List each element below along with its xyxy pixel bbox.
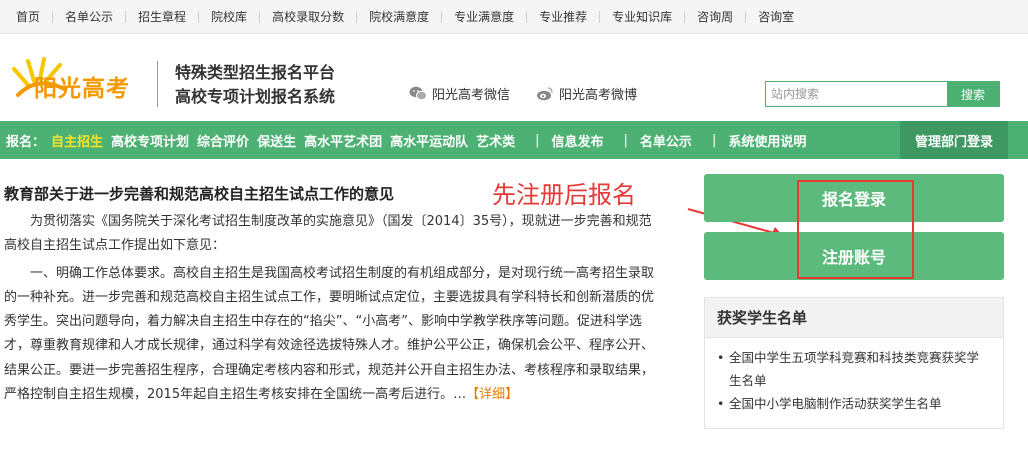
article-paragraph-2: 一、明确工作总体要求。高校自主招生是我国高校考试招生制度的有机组成部分，是对现行…: [4, 262, 664, 408]
weibo-link[interactable]: 阳光高考微博: [536, 84, 637, 103]
logo-text: 阳光高考: [34, 75, 130, 102]
top-nav-major-knowledge[interactable]: 专业知识库: [600, 0, 684, 34]
weibo-icon: [537, 87, 553, 101]
platform-title: 特殊类型招生报名平台 高校专项计划报名系统: [175, 61, 335, 109]
awards-list: 全国中学生五项学科竞赛和科技类竞赛获奖学生名单 全国中小学电脑制作活动获奖学生名…: [705, 338, 1003, 415]
awards-panel: 获奖学生名单 全国中学生五项学科竞赛和科技类竞赛获奖学生名单 全国中小学电脑制作…: [704, 297, 1004, 429]
awards-title: 获奖学生名单: [705, 298, 1003, 338]
top-nav-home[interactable]: 首页: [4, 0, 52, 34]
nav-separator: |: [623, 132, 628, 148]
top-nav-consult-room[interactable]: 咨询室: [746, 0, 806, 34]
top-nav-consult-week[interactable]: 咨询周: [685, 0, 745, 34]
wechat-icon: [409, 86, 427, 101]
nav-recommended[interactable]: 保送生: [257, 131, 296, 150]
nav-arts[interactable]: 艺术类: [476, 131, 515, 150]
nav-info-release[interactable]: 信息发布: [552, 131, 604, 150]
annotation-highlight-box: [797, 180, 914, 279]
wechat-link[interactable]: 阳光高考微信: [409, 84, 510, 103]
admin-login-button[interactable]: 管理部门登录: [900, 121, 1008, 159]
search-button[interactable]: 搜索: [947, 82, 999, 106]
list-item[interactable]: 全国中小学电脑制作活动获奖学生名单: [717, 392, 991, 415]
nav-comprehensive-eval[interactable]: 综合评价: [197, 131, 249, 150]
top-nav-scores[interactable]: 高校录取分数: [260, 0, 356, 34]
nav-independent-admission[interactable]: 自主招生: [51, 131, 103, 150]
registration-nav: 报名： 自主招生 高校专项计划 综合评价 保送生 高水平艺术团 高水平运动队 艺…: [0, 121, 1028, 159]
top-nav-major-satisfaction[interactable]: 专业满意度: [442, 0, 526, 34]
top-nav-admission-rules[interactable]: 招生章程: [126, 0, 198, 34]
top-nav: 首页 名单公示 招生章程 院校库 高校录取分数 院校满意度 专业满意度 专业推荐…: [0, 0, 1028, 34]
search-input[interactable]: [766, 82, 947, 106]
site-search: 搜索: [765, 81, 1000, 107]
registration-lead: 报名：: [6, 134, 46, 150]
top-nav-college-satisfaction[interactable]: 院校满意度: [357, 0, 441, 34]
platform-line-1: 特殊类型招生报名平台: [175, 63, 336, 82]
top-nav-major-recommend[interactable]: 专业推荐: [527, 0, 599, 34]
nav-sports-team[interactable]: 高水平运动队: [390, 131, 468, 150]
logo-divider: [157, 61, 158, 107]
nav-special-plan[interactable]: 高校专项计划: [111, 131, 189, 150]
nav-separator: |: [711, 132, 717, 148]
nav-user-guide[interactable]: 系统使用说明: [728, 131, 806, 150]
platform-line-2: 高校专项计划报名系统: [175, 87, 336, 106]
wechat-label: 阳光高考微信: [432, 88, 511, 103]
list-item[interactable]: 全国中学生五项学科竞赛和科技类竞赛获奖学生名单: [717, 346, 991, 392]
nav-art-troupe[interactable]: 高水平艺术团: [304, 131, 382, 150]
annotation-text: 先注册后报名: [492, 181, 636, 209]
site-logo[interactable]: 阳光高考: [8, 55, 148, 105]
top-nav-college-db[interactable]: 院校库: [199, 0, 259, 34]
nav-separator: |: [535, 132, 540, 148]
site-header: 阳光高考 特殊类型招生报名平台 高校专项计划报名系统 阳光高考微信 阳光高考微博…: [0, 35, 1028, 120]
article-paragraph-1: 为贯彻落实《国务院关于深化考试招生制度改革的实施意见》（国发〔2014〕35号）…: [4, 214, 652, 254]
top-nav-name-list[interactable]: 名单公示: [53, 0, 125, 34]
weibo-label: 阳光高考微博: [559, 88, 638, 103]
top-nav-items: 首页 名单公示 招生章程 院校库 高校录取分数 院校满意度 专业满意度 专业推荐…: [4, 0, 806, 34]
article: 教育部关于进一步完善和规范高校自主招生试点工作的意见 为贯彻落实《国务院关于深化…: [4, 183, 664, 407]
article-more-link[interactable]: 【详细】: [466, 387, 518, 402]
article-paragraph-2-text: 一、明确工作总体要求。高校自主招生是我国高校考试招生制度的有机组成部分，是对现行…: [4, 265, 655, 403]
nav-name-list[interactable]: 名单公示: [640, 131, 692, 150]
